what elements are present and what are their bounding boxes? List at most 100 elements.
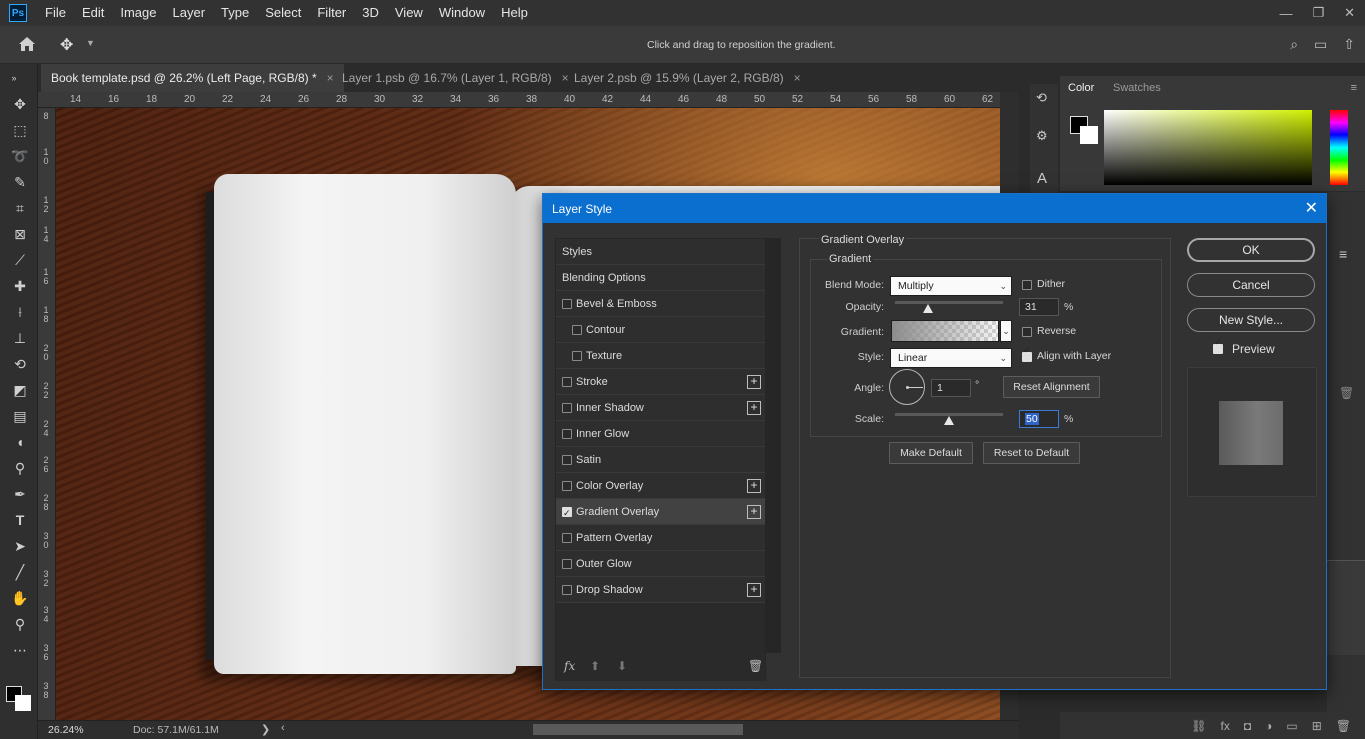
status-menu-arrow[interactable]: ❯	[261, 723, 270, 736]
stamp-tool-icon[interactable]: ⊥	[10, 328, 30, 348]
menu-file[interactable]: File	[37, 0, 74, 26]
new-layer-icon[interactable]: ⊞	[1312, 719, 1322, 733]
add-icon[interactable]: +	[747, 401, 761, 415]
effect-item-bevel-emboss[interactable]: Bevel & Emboss	[556, 291, 765, 317]
menu-image[interactable]: Image	[112, 0, 164, 26]
blur-tool-icon[interactable]: ◖	[10, 432, 30, 452]
tab-book-template[interactable]: Book template.psd @ 26.2% (Left Page, RG…	[41, 64, 344, 92]
line-tool-icon[interactable]: ╱	[10, 562, 30, 582]
effect-checkbox[interactable]	[562, 403, 572, 413]
opacity-slider-track[interactable]	[895, 301, 1003, 304]
collapse-icon[interactable]: »	[4, 68, 24, 88]
effect-item-gradient-overlay[interactable]: Gradient Overlay +	[556, 499, 765, 526]
new-style-button[interactable]: New Style...	[1187, 308, 1315, 332]
tab-layer-1[interactable]: Layer 1.psb @ 16.7% (Layer 1, RGB/8) ×	[332, 64, 579, 92]
gradient-swatch[interactable]	[891, 320, 999, 342]
make-default-button[interactable]: Make Default	[889, 442, 973, 464]
background-color-swatch[interactable]	[15, 695, 31, 711]
effect-item-stroke[interactable]: Stroke +	[556, 369, 765, 395]
ok-button[interactable]: OK	[1187, 238, 1315, 262]
menu-layer[interactable]: Layer	[165, 0, 214, 26]
zoom-level[interactable]: 26.24%	[48, 724, 84, 736]
dodge-tool-icon[interactable]: ⚲	[10, 458, 30, 478]
horizontal-scroll-thumb[interactable]	[533, 724, 743, 735]
character-icon[interactable]: A	[1037, 170, 1047, 187]
menu-edit[interactable]: Edit	[74, 0, 112, 26]
effect-item-texture[interactable]: Texture	[556, 343, 765, 369]
chevron-down-icon[interactable]: ▼	[86, 38, 95, 48]
opacity-input[interactable]: 31	[1019, 298, 1059, 316]
chevron-down-icon[interactable]: ⌄	[1000, 320, 1012, 342]
frame-tool-icon[interactable]: ⊠	[10, 224, 30, 244]
panel-menu-icon[interactable]: ≡	[1339, 246, 1347, 262]
blend-mode-select[interactable]: Multiply ⌄	[890, 276, 1012, 296]
workspace-icon[interactable]: ▭	[1314, 36, 1327, 53]
history-icon[interactable]: ⟲	[1036, 90, 1047, 106]
preview-checkbox[interactable]	[1213, 337, 1223, 354]
panel-menu-icon[interactable]: ≡	[1351, 82, 1357, 94]
effect-item-satin[interactable]: Satin	[556, 447, 765, 473]
fx-icon[interactable]: fx	[1221, 719, 1230, 733]
effect-checkbox[interactable]	[562, 585, 572, 595]
link-icon[interactable]: ⛓	[1191, 719, 1206, 733]
menu-type[interactable]: Type	[213, 0, 257, 26]
move-tool-icon[interactable]: ✥	[60, 35, 73, 55]
effect-checkbox[interactable]	[572, 351, 582, 361]
effect-item-outer-glow[interactable]: Outer Glow	[556, 551, 765, 577]
menu-view[interactable]: View	[387, 0, 431, 26]
effect-checkbox[interactable]	[562, 481, 572, 491]
cancel-button[interactable]: Cancel	[1187, 273, 1315, 297]
scroll-left-arrow[interactable]: ‹	[281, 722, 285, 734]
pen-tool-icon[interactable]: ✒	[10, 484, 30, 504]
add-icon[interactable]: +	[747, 479, 761, 493]
angle-dial[interactable]	[889, 369, 925, 405]
effect-checkbox[interactable]	[562, 500, 572, 526]
close-icon[interactable]: ×	[794, 71, 801, 85]
scale-slider-thumb[interactable]	[944, 416, 954, 425]
tab-layer-2[interactable]: Layer 2.psb @ 15.9% (Layer 2, RGB/8) ×	[564, 64, 811, 92]
reset-to-default-button[interactable]: Reset to Default	[983, 442, 1080, 464]
move-up-icon[interactable]: ⬆	[590, 659, 600, 673]
close-icon[interactable]: ✕	[1305, 198, 1318, 218]
hand-tool-icon[interactable]: ✋	[10, 588, 30, 608]
effect-item-contour[interactable]: Contour	[556, 317, 765, 343]
gradient-tool-icon[interactable]: ▤	[10, 406, 30, 426]
scale-input[interactable]: 50	[1019, 410, 1059, 428]
eraser-tool-icon[interactable]: ◩	[10, 380, 30, 400]
effect-checkbox[interactable]	[572, 325, 582, 335]
reset-alignment-button[interactable]: Reset Alignment	[1003, 376, 1100, 398]
menu-filter[interactable]: Filter	[309, 0, 354, 26]
tab-swatches[interactable]: Swatches	[1113, 82, 1161, 94]
brush-tool-icon[interactable]: ⟊	[10, 302, 30, 322]
trash-icon[interactable]: 🗑	[1339, 386, 1354, 400]
type-tool-icon[interactable]: T	[10, 510, 30, 530]
minimize-button[interactable]: —	[1279, 6, 1292, 21]
history-brush-icon[interactable]: ⟲	[10, 354, 30, 374]
effect-item-color-overlay[interactable]: Color Overlay +	[556, 473, 765, 499]
more-tools-icon[interactable]: ⋯	[10, 640, 30, 660]
effect-checkbox[interactable]	[562, 455, 572, 465]
trash-icon[interactable]: 🗑	[1336, 719, 1351, 733]
effect-checkbox[interactable]	[562, 559, 572, 569]
menu-help[interactable]: Help	[493, 0, 536, 26]
effect-checkbox[interactable]	[562, 299, 572, 309]
styles-scrollbar[interactable]	[765, 238, 781, 653]
quick-select-tool-icon[interactable]: ✎	[10, 172, 30, 192]
tab-color[interactable]: Color	[1068, 82, 1094, 94]
properties-icon[interactable]: ⚙	[1036, 128, 1048, 144]
crop-tool-icon[interactable]: ⌗	[10, 198, 30, 218]
menu-window[interactable]: Window	[431, 0, 493, 26]
blending-options-item[interactable]: Blending Options	[556, 265, 765, 291]
menu-select[interactable]: Select	[257, 0, 309, 26]
effect-item-drop-shadow[interactable]: Drop Shadow +	[556, 577, 765, 603]
angle-input[interactable]: 1	[931, 379, 971, 397]
opacity-slider-thumb[interactable]	[923, 304, 934, 313]
menu-3d[interactable]: 3D	[354, 0, 387, 26]
healing-brush-icon[interactable]: ✚	[10, 276, 30, 296]
eyedropper-tool-icon[interactable]: ⟋	[10, 250, 30, 270]
effect-checkbox[interactable]	[562, 377, 572, 387]
home-icon[interactable]	[18, 36, 36, 52]
share-icon[interactable]: ⇧	[1343, 36, 1355, 53]
effect-checkbox[interactable]	[562, 429, 572, 439]
add-icon[interactable]: +	[747, 505, 761, 519]
